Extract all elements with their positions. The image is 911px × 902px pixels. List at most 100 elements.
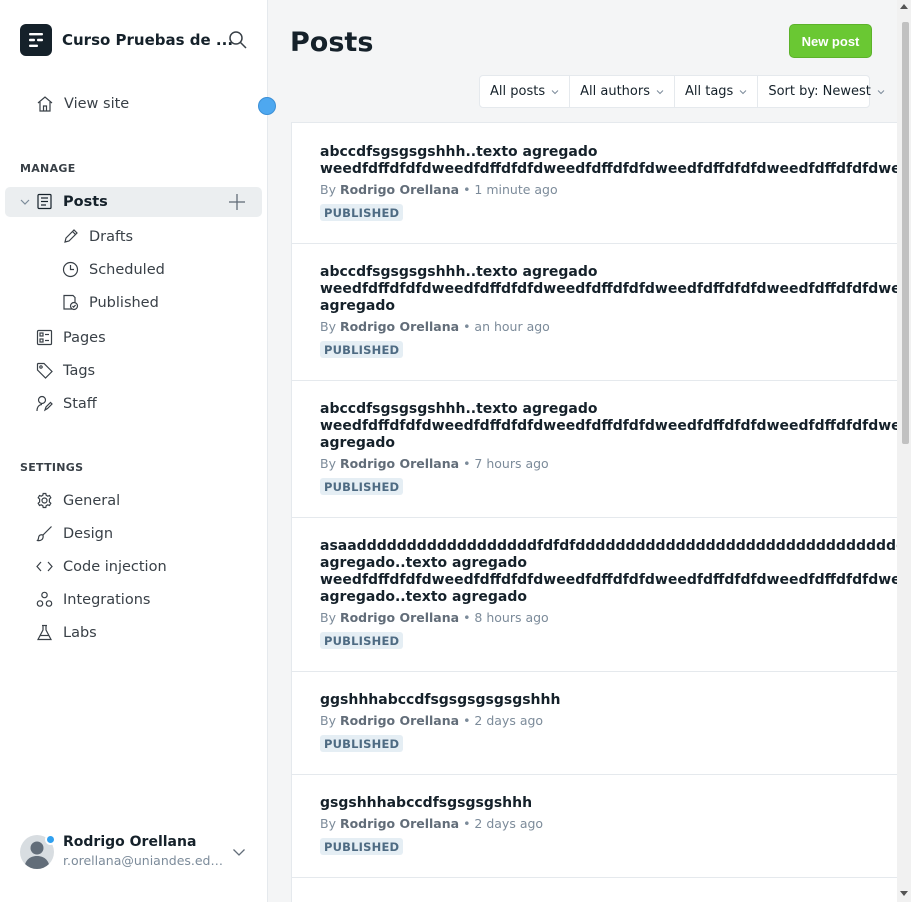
sidebar-item-posts[interactable]: Posts — [20, 193, 108, 210]
pencil-icon — [64, 229, 78, 243]
plus-icon[interactable] — [228, 193, 246, 215]
chevron-down-icon — [551, 89, 559, 94]
post-meta: By Rodrigo Orellana • an hour ago — [320, 319, 550, 334]
status-badge: PUBLISHED — [320, 632, 404, 649]
sidebar-item-staff-label: Staff — [63, 395, 97, 412]
gear-icon — [37, 492, 52, 509]
post-time: • an hour ago — [463, 319, 550, 334]
settings-heading: SETTINGS — [20, 461, 84, 474]
filter-sort[interactable]: Sort by: Newest — [758, 76, 895, 107]
post-title[interactable]: ggshhhabccdfsgsgsgsgsgshhh — [320, 692, 560, 709]
posts-list: abccdfsgsgsgshhh..texto agregado weedfdf… — [291, 122, 897, 902]
staff-icon — [36, 395, 53, 412]
sidebar-item-code-injection[interactable]: Code injection — [36, 558, 167, 575]
sidebar-item-posts-label: Posts — [63, 193, 108, 210]
tag-icon — [36, 362, 53, 379]
status-badge: PUBLISHED — [320, 204, 404, 221]
ghost-logo-icon — [20, 24, 52, 56]
filter-tags[interactable]: All tags — [675, 76, 759, 107]
user-status-dot — [45, 834, 56, 845]
post-author: Rodrigo Orellana — [339, 456, 460, 471]
brand[interactable]: Curso Pruebas de ... — [20, 24, 233, 56]
published-icon — [63, 294, 79, 311]
post-meta-by: By — [320, 713, 336, 728]
post-meta-by: By — [320, 456, 336, 471]
page-title: Posts — [290, 27, 374, 58]
sidebar-item-published[interactable]: Published — [62, 294, 159, 311]
filter-bar: All posts All authors All tags Sort by: … — [479, 75, 885, 108]
post-row[interactable]: asaaddddddddddddddddddfdfdfddddddddddddd… — [292, 518, 897, 672]
filter-posts[interactable]: All posts — [480, 76, 571, 107]
post-author: Rodrigo Orellana — [339, 182, 460, 197]
post-title[interactable]: abccdfsgsgsgshhh..texto agregado weedfdf… — [320, 144, 897, 178]
chevron-down-icon — [877, 89, 885, 94]
sidebar-item-integrations[interactable]: Integrations — [36, 591, 150, 608]
status-badge: PUBLISHED — [320, 838, 404, 855]
sidebar-item-pages[interactable]: Pages — [36, 329, 106, 346]
filter-authors[interactable]: All authors — [570, 76, 675, 107]
sidebar-item-design[interactable]: Design — [36, 525, 113, 542]
sidebar-item-drafts[interactable]: Drafts — [62, 228, 133, 245]
filter-tags-label: All tags — [684, 84, 734, 99]
scroll-down-arrow[interactable] — [900, 891, 908, 896]
sidebar-item-scheduled[interactable]: Scheduled — [62, 261, 165, 278]
scrollbar-thumb[interactable] — [902, 22, 909, 444]
post-meta: By Rodrigo Orellana • 7 hours ago — [320, 456, 549, 471]
sidebar-item-pages-label: Pages — [63, 329, 106, 346]
flask-icon — [37, 624, 52, 641]
sidebar-item-integrations-label: Integrations — [63, 591, 151, 608]
post-author: Rodrigo Orellana — [339, 713, 460, 728]
sidebar-item-general[interactable]: General — [36, 492, 120, 509]
search-icon[interactable] — [228, 30, 248, 50]
brush-icon — [36, 526, 52, 542]
post-time: • 1 minute ago — [463, 182, 558, 197]
new-post-button[interactable]: New post — [789, 24, 872, 58]
user-email: r.orellana@uniandes.edu.co — [63, 853, 225, 868]
post-title[interactable]: abccdfsgsgsgshhh..texto agregado weedfdf… — [320, 264, 897, 315]
sidebar-item-tags[interactable]: Tags — [36, 362, 95, 379]
post-row[interactable]: abccdfsgsgsgshhh..texto agregado weedfdf… — [292, 381, 897, 518]
sidebar-item-labs-label: Labs — [63, 624, 97, 641]
filter-sort-label: Sort by: Newest — [768, 84, 871, 99]
sidebar-item-design-label: Design — [63, 525, 114, 542]
posts-icon — [37, 193, 52, 210]
post-title[interactable]: abccdfsgsgsgshhh..texto agregado weedfdf… — [320, 401, 897, 452]
post-time: • 8 hours ago — [463, 610, 549, 625]
post-title[interactable]: asaaddddddddddddddddddfdfdfddddddddddddd… — [320, 538, 897, 606]
filter-posts-label: All posts — [490, 84, 546, 99]
post-row[interactable]: gsgshhhabccdfsgsgsgshhh By Rodrigo Orell… — [292, 775, 897, 878]
manage-heading: MANAGE — [20, 162, 76, 175]
sidebar-item-staff[interactable]: Staff — [36, 395, 97, 412]
sidebar-item-general-label: General — [63, 492, 121, 509]
sidebar-item-drafts-label: Drafts — [89, 228, 134, 245]
sidebar-item-code-injection-label: Code injection — [63, 558, 167, 575]
user-name: Rodrigo Orellana — [63, 834, 197, 850]
home-icon — [37, 96, 53, 112]
post-author: Rodrigo Orellana — [339, 319, 460, 334]
post-meta: By Rodrigo Orellana • 1 minute ago — [320, 182, 558, 197]
status-badge: PUBLISHED — [320, 341, 404, 358]
notification-dot[interactable] — [258, 97, 276, 115]
post-time: • 2 days ago — [463, 713, 544, 728]
post-meta-by: By — [320, 319, 336, 334]
post-time: • 7 hours ago — [463, 456, 549, 471]
post-row[interactable]: ggshhhabccdfsgsgsgsgsgshhh By Rodrigo Or… — [292, 672, 897, 775]
post-row[interactable]: abccdfsgsgsgshhh..texto agregado weedfdf… — [292, 244, 897, 381]
filter-authors-label: All authors — [580, 84, 650, 99]
user-menu[interactable]: Rodrigo Orellana r.orellana@uniandes.edu… — [20, 833, 255, 873]
post-meta: By Rodrigo Orellana • 2 days ago — [320, 816, 543, 831]
clock-icon — [62, 261, 79, 278]
sidebar-item-labs[interactable]: Labs — [36, 624, 97, 641]
post-title[interactable]: gsgshhhabccdfsgsgsgshhh — [320, 795, 532, 812]
nav-view-site[interactable]: View site — [36, 95, 129, 113]
sidebar-item-published-label: Published — [89, 294, 159, 311]
status-badge: PUBLISHED — [320, 478, 404, 495]
chevron-down-icon — [739, 89, 747, 94]
scroll-up-arrow[interactable] — [900, 4, 908, 9]
post-time: • 2 days ago — [463, 816, 544, 831]
post-meta-by: By — [320, 610, 336, 625]
sidebar-item-tags-label: Tags — [63, 362, 96, 379]
post-row[interactable]: abccdfsgsgsgshhh..texto agregado weedfdf… — [292, 123, 897, 244]
chevron-down-icon[interactable] — [20, 197, 30, 207]
integrations-icon — [36, 591, 53, 607]
